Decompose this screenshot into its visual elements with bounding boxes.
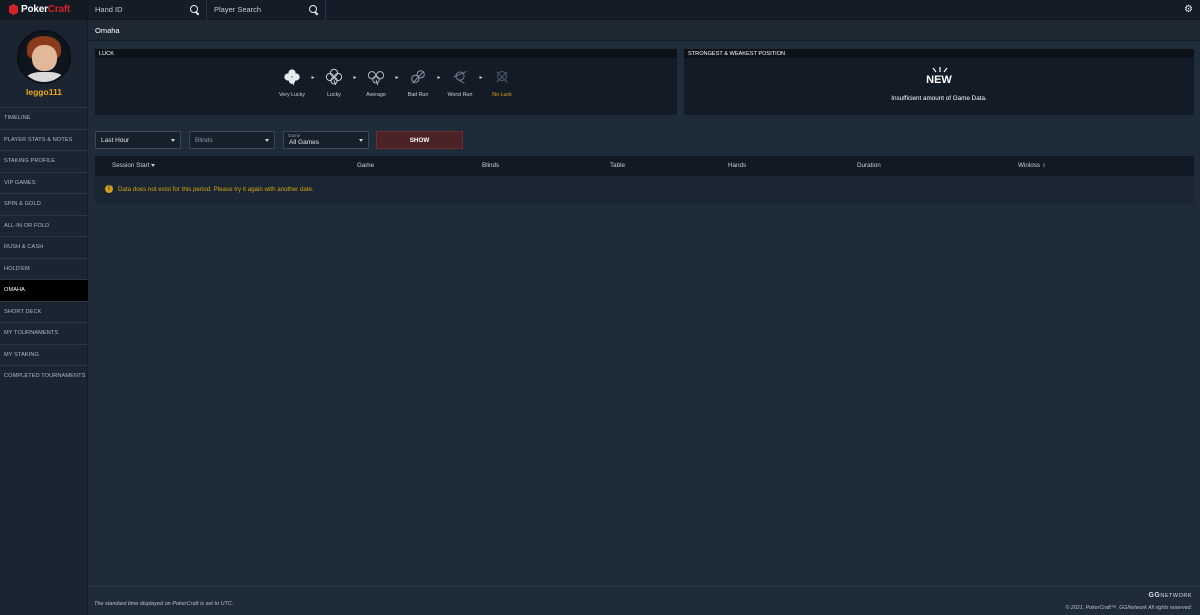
sidebar-item-short-deck[interactable]: SHORT DECK xyxy=(0,300,88,323)
luck-panel: LUCK Very Lucky ▸ Lucky ▸ Average ▸ Bad … xyxy=(95,49,677,115)
luck-step-very-lucky: Very Lucky xyxy=(273,68,311,98)
ggnetwork-logo: GGNETWORK xyxy=(1148,592,1192,599)
sidebar-item-player-stats-notes[interactable]: PLAYER STATS & NOTES xyxy=(0,128,88,151)
luck-panel-header: LUCK xyxy=(95,49,677,58)
clover-full-icon xyxy=(284,69,300,86)
pokercraft-logo[interactable]: PokerCraft xyxy=(0,0,88,20)
sidebar-item-completed-tournaments[interactable]: COMPLETED TOURNAMENTS xyxy=(0,365,88,387)
sidebar-nav: TIMELINE PLAYER STATS & NOTES STAKING PROF… xyxy=(0,107,88,387)
sort-icon: ⇕ xyxy=(1042,163,1047,169)
sparkle-icon xyxy=(932,67,948,73)
search-icon[interactable] xyxy=(309,4,319,15)
chevron-down-icon xyxy=(171,138,175,142)
chevron-down-icon xyxy=(359,138,363,142)
clover-three-icon xyxy=(367,71,385,86)
clover-none-icon xyxy=(496,71,508,83)
column-duration[interactable]: Duration xyxy=(857,162,881,169)
clover-two-icon xyxy=(411,70,425,84)
column-winloss[interactable]: Winloss ⇕ xyxy=(1018,162,1046,169)
utc-note: The standard time displayed on PokerCraf… xyxy=(94,601,234,607)
clover-outline-icon xyxy=(325,68,343,86)
sidebar-item-vip-games[interactable]: VIP GAMES xyxy=(0,171,88,194)
sidebar-item-timeline[interactable]: TIMELINE xyxy=(0,107,88,129)
pokercraft-logo-icon xyxy=(9,4,18,15)
game-select[interactable]: Game All Games xyxy=(283,131,369,149)
column-table[interactable]: Table xyxy=(610,162,625,169)
hand-id-search[interactable]: Hand ID xyxy=(88,0,207,20)
clover-one-icon xyxy=(453,71,467,84)
period-select[interactable]: Last Hour xyxy=(95,131,181,149)
column-session-start[interactable]: Session Start xyxy=(112,162,156,169)
page-title: Omaha xyxy=(88,20,1200,41)
sidebar-item-my-tournaments[interactable]: MY TOURNAMENTS xyxy=(0,322,88,344)
blinds-select[interactable]: Blinds xyxy=(189,131,275,149)
copyright: © 2021. PokerCraft™. GGNetwork All right… xyxy=(1065,605,1192,611)
chevron-down-icon xyxy=(265,138,269,142)
sidebar-item-staking-profile[interactable]: STAKING PROFILE xyxy=(0,150,88,172)
sidebar-item-all-in-or-fold[interactable]: ALL-IN OR FOLD xyxy=(0,214,88,237)
luck-step-lucky: Lucky xyxy=(315,68,353,98)
top-bar: PokerCraft Hand ID Player Search ⚙ xyxy=(0,0,1200,20)
sidebar-item-rush-cash[interactable]: RUSH & CASH xyxy=(0,236,88,258)
gear-icon[interactable]: ⚙ xyxy=(1184,5,1193,15)
search-icon[interactable] xyxy=(190,4,200,15)
username: leggo111 xyxy=(26,87,62,97)
player-search[interactable]: Player Search xyxy=(207,0,326,20)
show-button[interactable]: SHOW xyxy=(376,131,463,149)
position-panel-header: STRONGEST & WEAKEST POSITION xyxy=(684,49,1194,58)
empty-state: ! Data does not exist for this period. P… xyxy=(105,185,314,193)
sidebar-item-spin-gold[interactable]: SPIN & GOLD xyxy=(0,193,88,215)
sidebar-item-hold-em[interactable]: HOLD'EM xyxy=(0,257,88,280)
logo-text: PokerCraft xyxy=(21,4,71,15)
column-game[interactable]: Game xyxy=(357,162,374,169)
sidebar-item-omaha[interactable]: OMAHA xyxy=(0,279,88,301)
luck-step-worst-run: Worst Run xyxy=(441,68,479,98)
table-header: Session Start Game Blinds Table Hands Du… xyxy=(95,156,1194,176)
player-search-input[interactable]: Player Search xyxy=(214,5,261,14)
column-hands[interactable]: Hands xyxy=(728,162,746,169)
luck-step-average: Average xyxy=(357,68,395,98)
luck-scale: Very Lucky ▸ Lucky ▸ Average ▸ Bad Run ▸… xyxy=(273,68,521,98)
hand-id-input[interactable]: Hand ID xyxy=(95,5,123,14)
insufficient-data-message: Insufficient amount of Game Data. xyxy=(891,95,987,102)
main-content: Omaha LUCK Very Lucky ▸ Lucky ▸ Average … xyxy=(88,20,1200,615)
sort-down-icon xyxy=(151,163,156,167)
new-badge: NEW xyxy=(926,74,952,86)
sessions-table: Session Start Game Blinds Table Hands Du… xyxy=(95,156,1194,204)
column-blinds[interactable]: Blinds xyxy=(482,162,499,169)
position-panel: STRONGEST & WEAKEST POSITION NEW Insuffi… xyxy=(684,49,1194,115)
avatar[interactable] xyxy=(17,30,71,84)
footer: The standard time displayed on PokerCraf… xyxy=(88,586,1200,615)
luck-step-no-luck: No Luck xyxy=(483,68,521,98)
luck-step-bad-run: Bad Run xyxy=(399,68,437,98)
sidebar-item-my-staking[interactable]: MY STAKING xyxy=(0,343,88,366)
info-icon: ! xyxy=(105,185,113,193)
sidebar: leggo111 TIMELINE PLAYER STATS & NOTES STA… xyxy=(0,20,88,615)
